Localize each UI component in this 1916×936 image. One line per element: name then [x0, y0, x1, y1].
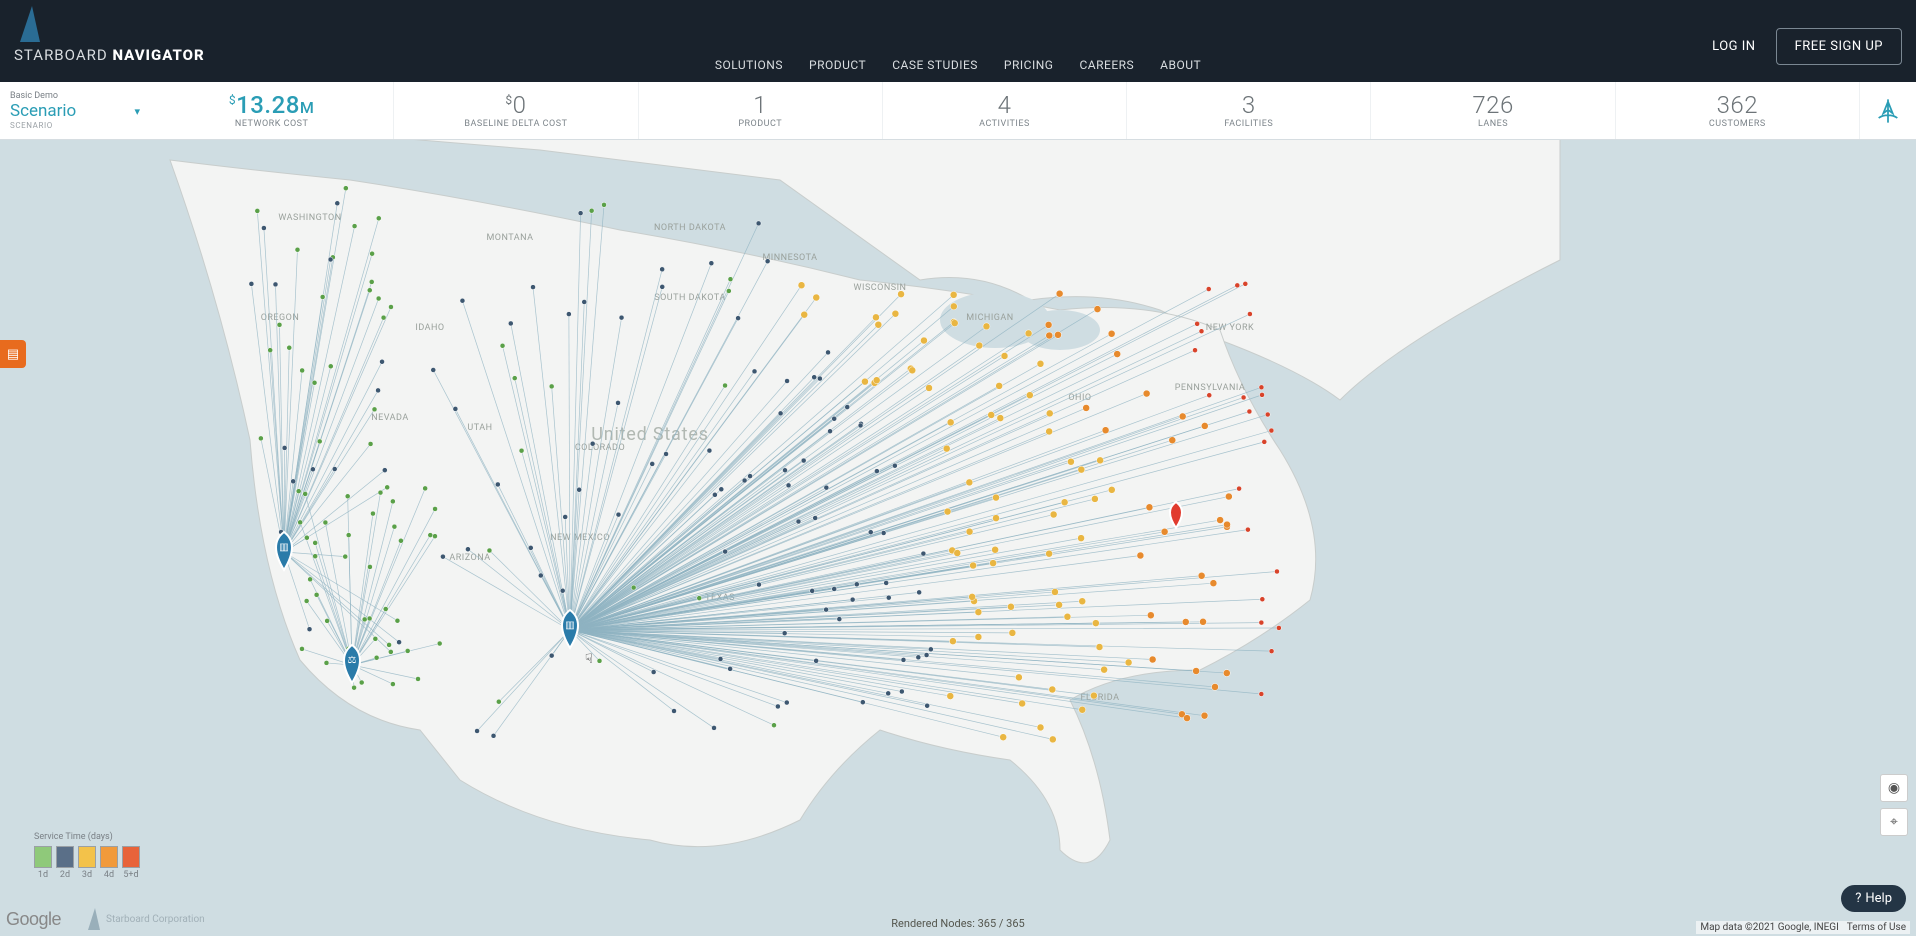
svg-text:MINNESOTA: MINNESOTA	[762, 253, 817, 263]
google-logo: Google	[6, 909, 61, 930]
scenario-picker[interactable]: Basic Demo Scenario ▾ SCENARIO	[0, 82, 150, 139]
eye-icon: ◉	[1888, 780, 1900, 796]
auth-area: LOG IN FREE SIGN UP	[1712, 28, 1902, 65]
stat-facilities[interactable]: 3FACILITIES	[1127, 82, 1371, 139]
svg-text:NORTH DAKOTA: NORTH DAKOTA	[654, 223, 726, 233]
compass-icon	[1874, 97, 1902, 125]
legend-title: Service Time (days)	[34, 832, 140, 842]
svg-text:PENNSYLVANIA: PENNSYLVANIA	[1175, 383, 1246, 393]
country-label: United States	[591, 424, 709, 445]
help-label: Help	[1865, 891, 1892, 906]
login-button[interactable]: LOG IN	[1712, 39, 1755, 54]
svg-text:IDAHO: IDAHO	[415, 323, 444, 333]
stat-baseline[interactable]: $0 BASELINE DELTA COST	[394, 82, 638, 139]
scenario-name: Scenario ▾	[10, 101, 140, 121]
scenario-tag: SCENARIO	[10, 121, 140, 130]
svg-text:⚖: ⚖	[348, 655, 357, 666]
map-canvas[interactable]: United States WASHINGTON OREGON IDAHO MO…	[0, 140, 1916, 936]
chevron-down-icon: ▾	[134, 105, 140, 118]
recenter-button[interactable]: ⌖	[1880, 808, 1908, 836]
svg-text:SOUTH DAKOTA: SOUTH DAKOTA	[654, 293, 726, 303]
rendered-nodes-status: Rendered Nodes: 365 / 365	[891, 917, 1024, 930]
top-nav: SOLUTIONS PRODUCT CASE STUDIES PRICING C…	[715, 58, 1201, 72]
nav-solutions[interactable]: SOLUTIONS	[715, 58, 783, 72]
nav-about[interactable]: ABOUT	[1160, 58, 1201, 72]
stats-bar: Basic Demo Scenario ▾ SCENARIO $13.28M N…	[0, 82, 1916, 140]
visibility-toggle[interactable]: ◉	[1880, 774, 1908, 802]
stat-lanes[interactable]: 726LANES	[1371, 82, 1615, 139]
svg-text:MICHIGAN: MICHIGAN	[966, 313, 1013, 323]
nav-pricing[interactable]: PRICING	[1004, 58, 1054, 72]
locate-icon: ⌖	[1890, 814, 1898, 830]
nav-product[interactable]: PRODUCT	[809, 58, 866, 72]
legend-chip: 1d	[34, 846, 52, 880]
svg-text:UTAH: UTAH	[467, 423, 492, 433]
brand: STARBOARD NAVIGATOR	[14, 6, 205, 64]
legend-chip: 5+d	[122, 846, 140, 880]
app-header: STARBOARD NAVIGATOR SOLUTIONS PRODUCT CA…	[0, 0, 1916, 82]
stat-product[interactable]: 1PRODUCT	[639, 82, 883, 139]
svg-text:▥: ▥	[565, 620, 574, 631]
watermark-icon	[88, 908, 100, 930]
svg-text:WASHINGTON: WASHINGTON	[278, 213, 341, 223]
terms-link[interactable]: Terms of Use	[1847, 922, 1906, 933]
legend-chip: 3d	[78, 846, 96, 880]
help-button[interactable]: ? Help	[1841, 885, 1906, 912]
scenario-mini: Basic Demo	[10, 91, 140, 101]
vendor-watermark: Starboard Corporation	[88, 908, 205, 930]
legend-chip: 4d	[100, 846, 118, 880]
nav-careers[interactable]: CAREERS	[1079, 58, 1134, 72]
brand-logo-icon	[20, 6, 40, 42]
map-attribution: Map data ©2021 Google, INEGI Terms of Us…	[1696, 921, 1910, 934]
map-controls: ◉ ⌖	[1880, 774, 1908, 836]
brand-text: STARBOARD NAVIGATOR	[14, 46, 205, 64]
svg-text:ARIZONA: ARIZONA	[449, 553, 490, 563]
stat-activities[interactable]: 4ACTIVITIES	[883, 82, 1127, 139]
stat-network-cost[interactable]: $13.28M NETWORK COST	[150, 82, 394, 139]
question-icon: ?	[1855, 891, 1861, 906]
legend: Service Time (days) 1d2d3d4d5+d	[34, 832, 140, 880]
svg-text:NEVADA: NEVADA	[371, 413, 409, 423]
nav-case-studies[interactable]: CASE STUDIES	[892, 58, 978, 72]
svg-text:▥: ▥	[279, 542, 288, 553]
compass-button[interactable]	[1860, 82, 1916, 139]
svg-text:NEW MEXICO: NEW MEXICO	[550, 533, 610, 543]
book-icon: ▤	[7, 347, 19, 362]
sidebar-toggle[interactable]: ▤	[0, 340, 26, 368]
svg-text:OREGON: OREGON	[261, 313, 300, 323]
svg-text:MONTANA: MONTANA	[486, 233, 533, 243]
legend-chip: 2d	[56, 846, 74, 880]
signup-button[interactable]: FREE SIGN UP	[1776, 28, 1902, 65]
stat-customers[interactable]: 362CUSTOMERS	[1616, 82, 1860, 139]
